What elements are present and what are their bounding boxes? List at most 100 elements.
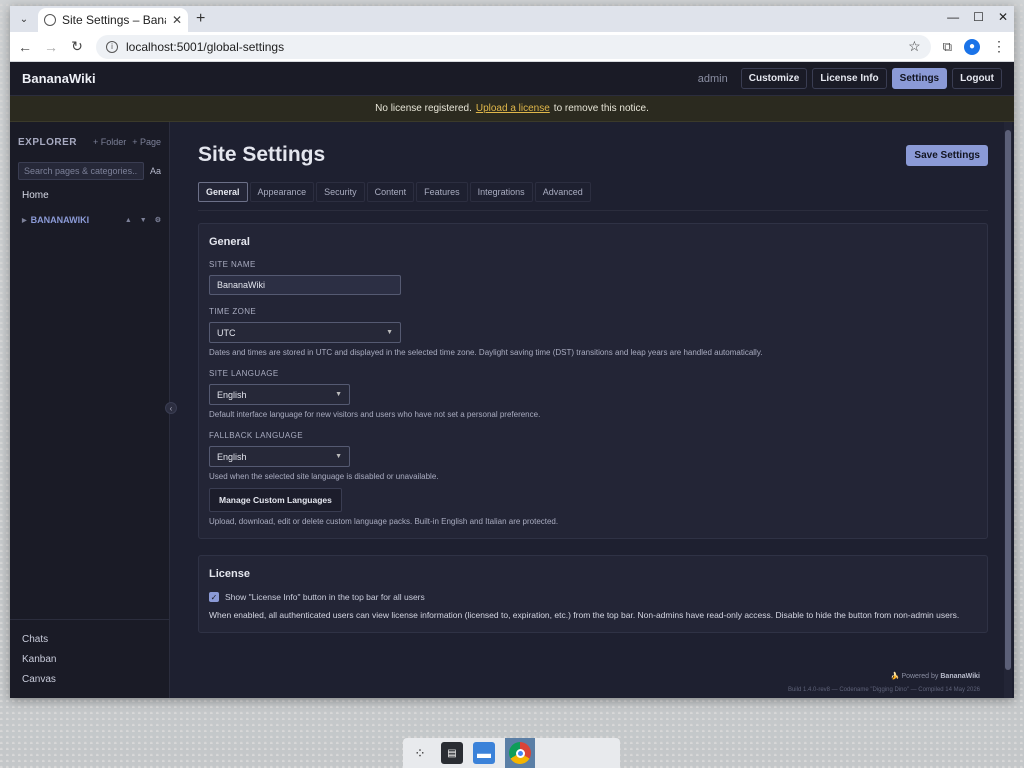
banner-text-after: to remove this notice. [553, 103, 649, 114]
maximize-icon[interactable]: ☐ [973, 10, 984, 24]
checkbox-checked-icon[interactable]: ✓ [209, 592, 219, 602]
move-up-icon[interactable]: ▲ [125, 217, 132, 224]
powered-brand[interactable]: BananaWiki [940, 673, 980, 680]
fallback-language-select[interactable]: English ▼ [209, 446, 350, 467]
tab-general[interactable]: General [198, 182, 248, 202]
caret-right-icon[interactable]: ▶ [22, 217, 27, 224]
browser-toolbar: ← → ↻ i localhost:5001/global-settings ☆… [10, 32, 1014, 62]
chevron-down-icon: ▼ [335, 391, 342, 398]
extensions-puzzle-icon[interactable]: ⧉ [943, 39, 952, 55]
site-language-select[interactable]: English ▼ [209, 384, 350, 405]
site-info-icon[interactable]: i [106, 40, 118, 53]
license-settings-card: License ✓ Show "License Info" button in … [198, 555, 988, 633]
license-banner: No license registered. Upload a license … [10, 96, 1014, 122]
save-settings-button[interactable]: Save Settings [906, 144, 988, 166]
tab-close-icon[interactable]: ✕ [172, 13, 182, 27]
new-tab-button[interactable]: + [196, 10, 205, 28]
minimize-icon[interactable]: — [947, 10, 959, 24]
explorer-title: EXPLORER [18, 136, 78, 148]
timezone-select[interactable]: UTC ▼ [209, 322, 401, 343]
sidebar-item-home[interactable]: Home [18, 190, 161, 201]
chrome-browser-icon[interactable] [505, 738, 535, 768]
browser-tab-title: Site Settings – BananaWiki [62, 13, 166, 27]
page-title: Site Settings [198, 143, 326, 166]
timezone-label: TIME ZONE [209, 307, 257, 316]
site-language-help: Default interface language for new visit… [209, 410, 541, 419]
main-scrollbar[interactable] [1004, 122, 1012, 698]
site-name-label: SITE NAME [209, 260, 256, 269]
browser-tab[interactable]: Site Settings – BananaWiki ✕ [38, 8, 188, 32]
manage-custom-languages-button[interactable]: Manage Custom Languages [209, 488, 342, 512]
license-description: When enabled, all authenticated users ca… [209, 610, 960, 620]
files-folder-icon[interactable]: ▬ [473, 742, 495, 764]
powered-by: 🍌 Powered by BananaWiki [891, 672, 980, 680]
tab-features[interactable]: Features [416, 182, 468, 202]
collapse-sidebar-chevron-icon[interactable]: ‹ [165, 402, 177, 414]
font-size-toggle[interactable]: Aa [150, 166, 161, 176]
globe-icon [44, 14, 56, 26]
tab-security[interactable]: Security [316, 182, 365, 202]
browser-window: ⌄ Site Settings – BananaWiki ✕ + — ☐ ✕ ←… [10, 6, 1014, 698]
site-language-value: English [217, 389, 247, 400]
general-heading: General [209, 236, 250, 248]
brand-logo[interactable]: BananaWiki [22, 71, 698, 86]
scrollbar-thumb[interactable] [1005, 130, 1011, 670]
tab-appearance[interactable]: Appearance [249, 182, 315, 202]
tab-search-chevron-icon[interactable]: ⌄ [16, 11, 32, 27]
sidebar-item-chats[interactable]: Chats [22, 630, 157, 650]
settings-main: Site Settings Save Settings General Appe… [170, 122, 1014, 698]
app-header: BananaWiki admin Customize License Info … [10, 62, 1014, 96]
settings-title-row: Site Settings Save Settings [198, 142, 988, 168]
manage-languages-help: Upload, download, edit or delete custom … [209, 517, 559, 526]
address-url[interactable]: localhost:5001/global-settings [126, 40, 900, 54]
license-checkbox-label[interactable]: Show "License Info" button in the top ba… [225, 592, 425, 602]
window-controls: — ☐ ✕ [947, 10, 1008, 24]
sidebar-search: Aa [18, 162, 161, 180]
taskbar: ⁘ ▤ ▬ [403, 738, 620, 768]
sidebar-item-kanban[interactable]: Kanban [22, 650, 157, 670]
general-settings-card: General SITE NAME BananaWiki TIME ZONE U… [198, 223, 988, 539]
tab-advanced[interactable]: Advanced [534, 182, 591, 202]
current-user: admin [697, 72, 728, 85]
bookmark-star-icon[interactable]: ☆ [908, 38, 921, 55]
tab-integrations[interactable]: Integrations [469, 182, 533, 202]
logout-button[interactable]: Logout [952, 68, 1002, 89]
timezone-help: Dates and times are stored in UTC and di… [209, 348, 763, 357]
customize-button[interactable]: Customize [740, 68, 808, 89]
fallback-language-label: FALLBACK LANGUAGE [209, 431, 303, 440]
timezone-value: UTC [217, 327, 236, 338]
tab-content[interactable]: Content [366, 182, 415, 202]
settings-tabs: General Appearance Security Content Feat… [198, 182, 988, 211]
gear-icon[interactable]: ⚙ [155, 216, 161, 224]
license-info-toggle-row[interactable]: ✓ Show "License Info" button in the top … [209, 592, 977, 602]
chevron-down-icon: ▼ [386, 329, 393, 336]
tree-root-bananawiki[interactable]: ▶ BANANAWIKI ▲ ▼ ⚙ [18, 215, 161, 225]
address-bar[interactable]: i localhost:5001/global-settings ☆ [96, 34, 931, 59]
terminal-icon[interactable]: ▤ [441, 742, 463, 764]
browser-tab-bar: ⌄ Site Settings – BananaWiki ✕ + — ☐ ✕ [10, 6, 1014, 32]
fallback-language-value: English [217, 451, 247, 462]
reload-icon[interactable]: ↻ [70, 38, 84, 55]
move-down-icon[interactable]: ▼ [140, 217, 147, 224]
search-input[interactable] [18, 162, 144, 180]
sidebar-item-canvas[interactable]: Canvas [22, 670, 157, 690]
forward-arrow-icon[interactable]: → [44, 39, 58, 55]
browser-menu-icon[interactable]: ⋮ [992, 38, 1006, 55]
settings-button[interactable]: Settings [891, 68, 948, 89]
app-body: EXPLORER + Folder + Page Aa Home ▶ BANAN… [10, 122, 1014, 698]
license-info-button[interactable]: License Info [812, 68, 887, 89]
site-name-input[interactable]: BananaWiki [209, 275, 401, 295]
explorer-header: EXPLORER + Folder + Page [18, 134, 161, 150]
add-folder-button[interactable]: + Folder [93, 137, 126, 147]
license-heading: License [209, 568, 250, 580]
add-page-button[interactable]: + Page [132, 137, 161, 147]
tree-root-label[interactable]: BANANAWIKI [31, 215, 117, 225]
fallback-language-help: Used when the selected site language is … [209, 472, 439, 481]
launcher-icon[interactable]: ⁘ [409, 742, 431, 764]
banner-text-before: No license registered. [375, 103, 472, 114]
upload-license-link[interactable]: Upload a license [476, 103, 550, 114]
close-window-icon[interactable]: ✕ [998, 10, 1008, 24]
back-arrow-icon[interactable]: ← [18, 39, 32, 55]
profile-avatar-icon[interactable]: ● [964, 38, 980, 55]
powered-prefix: 🍌 Powered by [890, 673, 939, 680]
